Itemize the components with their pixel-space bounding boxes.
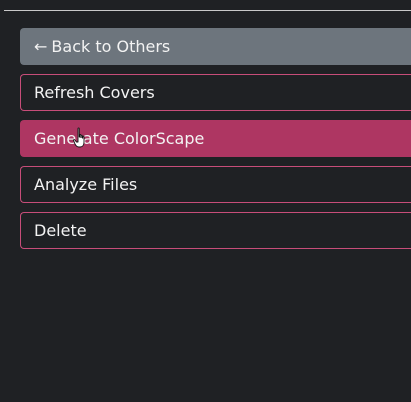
delete-button[interactable]: Delete bbox=[20, 212, 411, 249]
back-button-label: Back to Others bbox=[51, 37, 171, 56]
refresh-covers-button[interactable]: Refresh Covers bbox=[20, 74, 411, 111]
top-divider bbox=[4, 10, 411, 11]
analyze-files-label: Analyze Files bbox=[34, 175, 138, 194]
generate-colorscape-label: Generate ColorScape bbox=[34, 129, 205, 148]
analyze-files-button[interactable]: Analyze Files bbox=[20, 166, 411, 203]
back-to-others-button[interactable]: ← Back to Others bbox=[20, 28, 411, 65]
actions-menu: ← Back to Others Refresh Covers Generate… bbox=[20, 28, 411, 258]
delete-label: Delete bbox=[34, 221, 87, 240]
refresh-covers-label: Refresh Covers bbox=[34, 83, 155, 102]
left-arrow-icon: ← bbox=[34, 37, 48, 56]
generate-colorscape-button[interactable]: Generate ColorScape bbox=[20, 120, 411, 157]
